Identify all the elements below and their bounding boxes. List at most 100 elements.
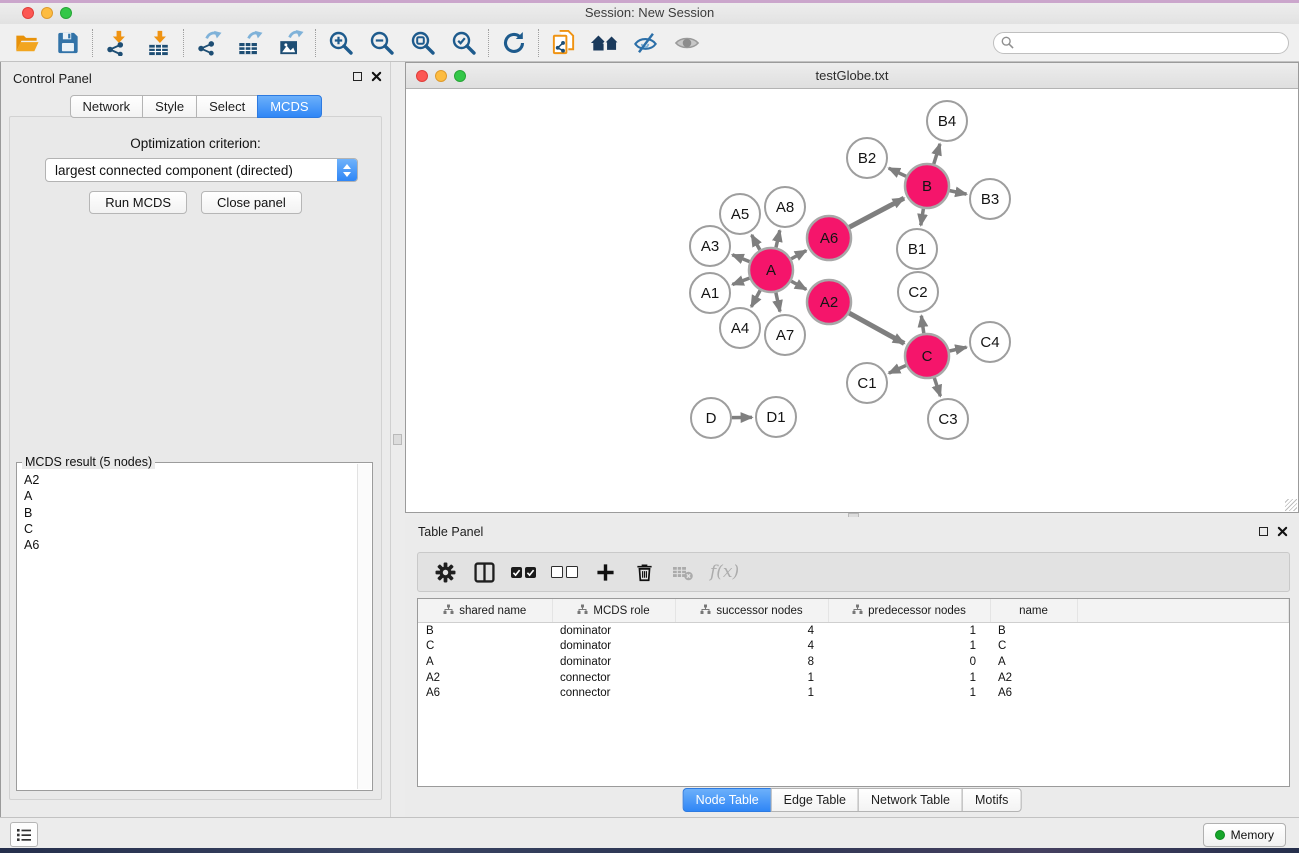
graph-edge-A6-B[interactable] [849, 198, 904, 227]
graph-edge-A2-C[interactable] [849, 313, 904, 343]
window-resize-grip[interactable] [1285, 499, 1297, 511]
graph-edge-C-C3[interactable] [934, 378, 940, 396]
open-session-icon[interactable] [6, 27, 47, 59]
graph-edge-A-A6[interactable] [791, 251, 806, 259]
vertical-splitter-handle[interactable] [393, 434, 402, 445]
hide-graphics-details-icon[interactable] [625, 27, 666, 59]
create-column-plus-icon[interactable] [593, 560, 617, 584]
graph-edge-A-A4[interactable] [751, 290, 760, 307]
cell[interactable]: B [418, 623, 552, 639]
mcds-result-item-c[interactable]: C [18, 521, 358, 537]
list-scrollbar[interactable] [357, 464, 371, 789]
graph-edge-A-A8[interactable] [776, 230, 780, 247]
cell[interactable]: A2 [418, 670, 552, 686]
cell[interactable]: dominator [552, 654, 675, 670]
tab-motifs[interactable]: Motifs [962, 788, 1021, 812]
network-from-selection-icon[interactable] [543, 27, 584, 59]
task-history-button[interactable] [10, 822, 38, 847]
column-header-successor-nodes[interactable]: successor nodes [675, 599, 828, 623]
show-columns-icon[interactable] [472, 560, 496, 584]
graph-edge-A-A7[interactable] [776, 292, 780, 311]
reset-view-home-icon[interactable] [584, 27, 625, 59]
graph-edge-A-A2[interactable] [791, 281, 806, 289]
column-header-MCDS-role[interactable]: MCDS role [552, 599, 675, 623]
cell[interactable]: A [418, 654, 552, 670]
float-panel-icon[interactable] [1259, 527, 1268, 536]
graph-edge-A-A3[interactable] [732, 255, 749, 262]
cell[interactable]: 4 [675, 639, 828, 655]
import-table-icon[interactable] [138, 27, 179, 59]
cell[interactable]: 1 [828, 685, 990, 701]
network-canvas[interactable]: B4B2BB3B1A5A8A6A3AA1A2C2A4A7CC4C1C3DD1 [406, 89, 1298, 512]
cell[interactable]: 1 [675, 685, 828, 701]
mcds-result-item-a6[interactable]: A6 [18, 537, 358, 553]
cell[interactable]: dominator [552, 639, 675, 655]
mcds-result-item-a[interactable]: A [18, 488, 358, 504]
column-header-shared-name[interactable]: shared name [418, 599, 552, 623]
save-session-icon[interactable] [47, 27, 88, 59]
tab-node-table[interactable]: Node Table [683, 788, 772, 812]
tab-edge-table[interactable]: Edge Table [771, 788, 859, 812]
tab-style[interactable]: Style [142, 95, 197, 118]
cell[interactable]: 4 [675, 623, 828, 639]
zoom-out-icon[interactable] [361, 27, 402, 59]
zoom-in-icon[interactable] [320, 27, 361, 59]
close-panel-icon[interactable] [1277, 526, 1288, 537]
deselect-all-icon[interactable] [551, 566, 578, 578]
close-panel-icon[interactable] [371, 71, 382, 82]
graph-edge-B-B3[interactable] [950, 191, 967, 195]
cell[interactable]: C [418, 639, 552, 655]
graph-edge-B-B1[interactable] [921, 209, 924, 226]
table-row-c[interactable]: Cdominator41C [418, 639, 1289, 655]
memory-button[interactable]: Memory [1203, 823, 1286, 847]
column-header-predecessor-nodes[interactable]: predecessor nodes [828, 599, 990, 623]
column-header-name[interactable]: name [990, 599, 1077, 623]
graph-edge-C-C4[interactable] [949, 347, 966, 351]
graph-edge-C-C1[interactable] [889, 365, 906, 373]
cell[interactable]: 8 [675, 654, 828, 670]
float-panel-icon[interactable] [353, 72, 362, 81]
cell[interactable]: A6 [990, 685, 1077, 701]
cell[interactable]: A2 [990, 670, 1077, 686]
graph-edge-B-B4[interactable] [934, 144, 940, 164]
cell[interactable]: connector [552, 670, 675, 686]
mcds-result-item-b[interactable]: B [18, 505, 358, 521]
tab-mcds[interactable]: MCDS [257, 95, 321, 118]
cell[interactable]: 1 [828, 670, 990, 686]
zoom-selected-icon[interactable] [443, 27, 484, 59]
graph-edge-C-C2[interactable] [921, 316, 923, 333]
cell[interactable]: 1 [675, 670, 828, 686]
graph-edge-A-A5[interactable] [752, 235, 760, 250]
close-panel-button[interactable]: Close panel [201, 191, 302, 214]
graph-edge-B-B2[interactable] [889, 168, 906, 176]
graph-edge-A-A1[interactable] [732, 278, 749, 284]
search-input[interactable] [1018, 33, 1288, 53]
mcds-result-item-a2[interactable]: A2 [18, 472, 358, 488]
tab-network[interactable]: Network [69, 95, 143, 118]
cell[interactable]: A6 [418, 685, 552, 701]
cell[interactable]: A [990, 654, 1077, 670]
cell[interactable]: 1 [828, 623, 990, 639]
tab-select[interactable]: Select [196, 95, 258, 118]
cell[interactable]: 0 [828, 654, 990, 670]
export-image-icon[interactable] [270, 27, 311, 59]
cell[interactable]: B [990, 623, 1077, 639]
tab-network-table[interactable]: Network Table [858, 788, 963, 812]
cell[interactable]: C [990, 639, 1077, 655]
cell[interactable]: dominator [552, 623, 675, 639]
table-row-a2[interactable]: A2connector11A2 [418, 670, 1289, 686]
export-table-icon[interactable] [229, 27, 270, 59]
select-all-icon[interactable] [511, 567, 536, 578]
table-settings-gear-icon[interactable] [433, 560, 457, 584]
show-graphics-details-icon[interactable] [666, 27, 707, 59]
zoom-fit-icon[interactable] [402, 27, 443, 59]
delete-columns-trash-icon[interactable] [632, 560, 656, 584]
cell[interactable]: 1 [828, 639, 990, 655]
table-row-a[interactable]: Adominator80A [418, 654, 1289, 670]
cell[interactable]: connector [552, 685, 675, 701]
network-window-titlebar[interactable]: testGlobe.txt [406, 63, 1298, 89]
apply-layout-icon[interactable] [493, 27, 534, 59]
optimization-criterion-select[interactable]: largest connected component (directed) [45, 158, 358, 182]
table-row-b[interactable]: Bdominator41B [418, 623, 1289, 639]
run-mcds-button[interactable]: Run MCDS [89, 191, 187, 214]
